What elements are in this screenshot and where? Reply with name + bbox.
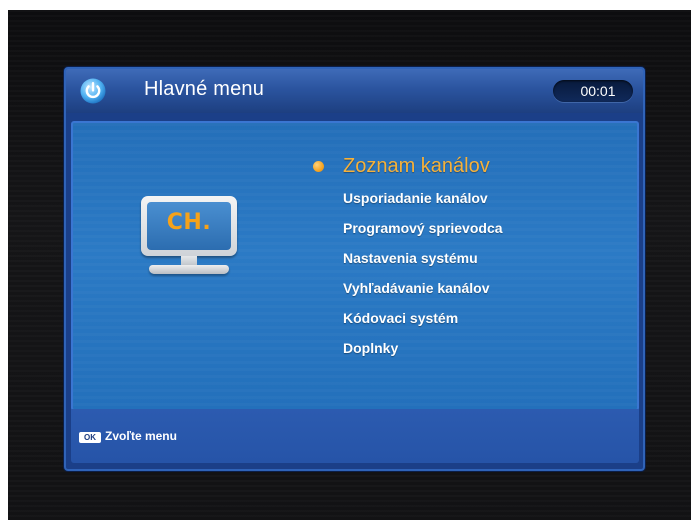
menu-item-label: Doplnky [343, 340, 399, 356]
tv-icon-inner: CH. [147, 202, 231, 250]
menu-item-label: Programový sprievodca [343, 220, 503, 236]
tv-icon-screen: CH. [141, 196, 237, 256]
tv-screen-background: Hlavné menu 00:01 CH. Zoznam kanálov Usp… [8, 10, 691, 520]
help-bar: OK Zvoľte menu [71, 409, 639, 463]
page-title: Hlavné menu [144, 78, 265, 100]
menu-header: Hlavné menu 00:01 [66, 69, 643, 113]
menu-item-label: Zoznam kanálov [343, 155, 490, 177]
tv-icon-label: CH. [166, 210, 212, 235]
menu-item-channel-search[interactable]: Vyhľadávanie kanálov [343, 273, 637, 303]
menu-item-label: Kódovaci systém [343, 310, 459, 326]
selection-bullet-icon [313, 161, 324, 172]
menu-item-program-guide[interactable]: Programový sprievodca [343, 213, 637, 243]
menu-item-label: Nastavenia systému [343, 250, 478, 266]
menu-item-coding-system[interactable]: Kódovaci systém [343, 303, 637, 333]
main-menu-panel: Hlavné menu 00:01 CH. Zoznam kanálov Usp… [64, 67, 645, 471]
ok-key-badge: OK [79, 432, 101, 443]
menu-item-label: Usporiadanie kanálov [343, 190, 488, 206]
tv-icon-base [149, 265, 229, 274]
menu-item-channel-sorting[interactable]: Usporiadanie kanálov [343, 183, 637, 213]
power-icon [80, 78, 106, 104]
menu-item-extras[interactable]: Doplnky [343, 333, 637, 363]
help-text: Zvoľte menu [105, 429, 177, 443]
menu-item-system-settings[interactable]: Nastavenia systému [343, 243, 637, 273]
tv-channel-icon: CH. [141, 196, 241, 280]
clock-display: 00:01 [553, 80, 633, 102]
menu-item-channel-list[interactable]: Zoznam kanálov [313, 149, 637, 183]
menu-body: CH. Zoznam kanálov Usporiadanie kanálov … [71, 121, 639, 411]
menu-item-label: Vyhľadávanie kanálov [343, 280, 490, 296]
main-menu-list: Zoznam kanálov Usporiadanie kanálov Prog… [313, 149, 637, 363]
